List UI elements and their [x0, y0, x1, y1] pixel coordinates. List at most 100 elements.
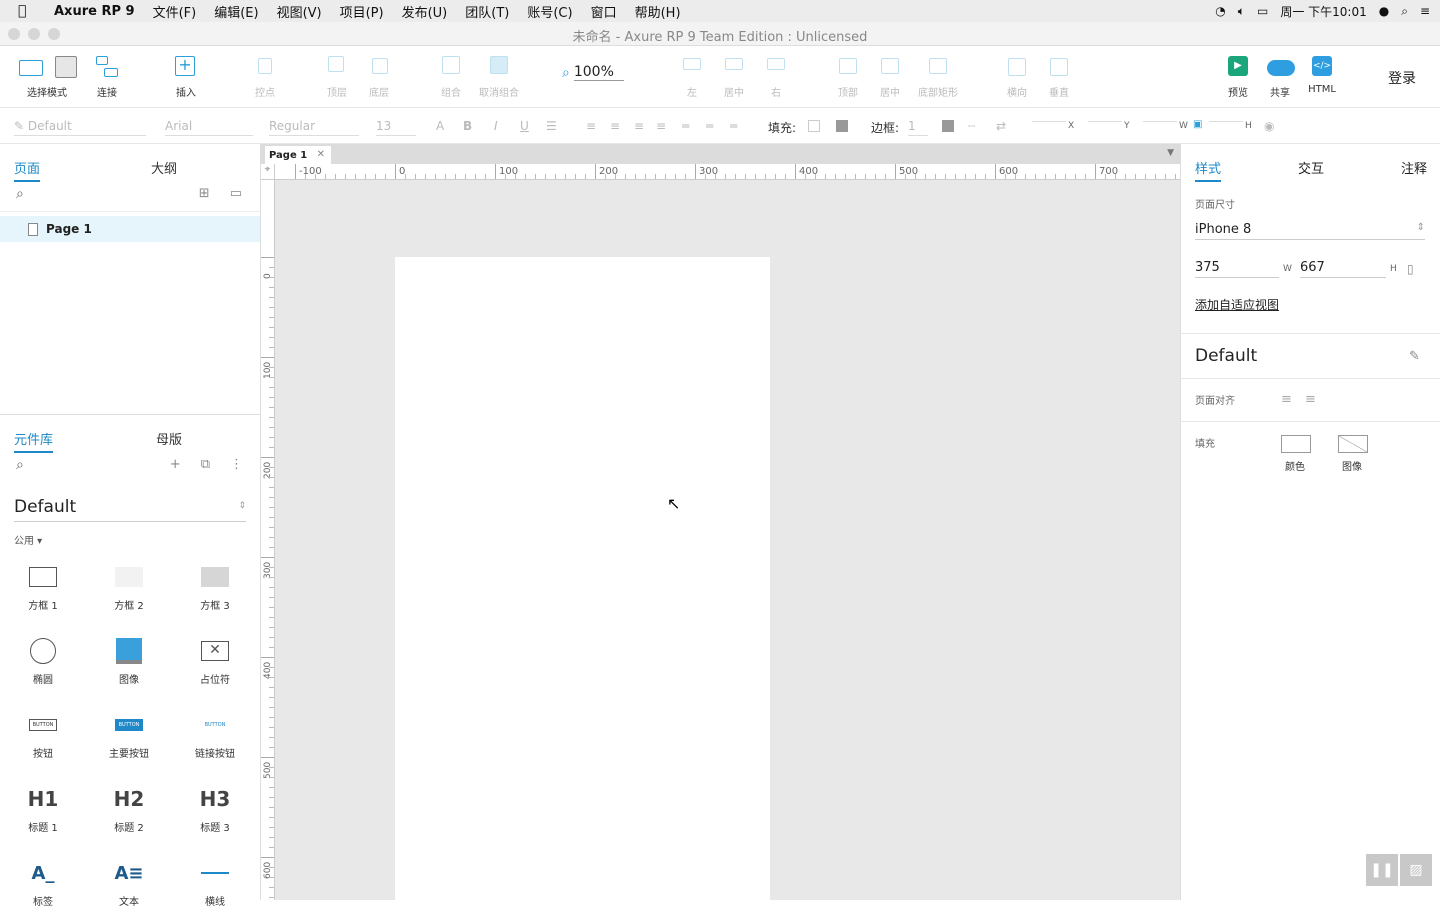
- menu-help[interactable]: 帮助(H): [635, 2, 681, 21]
- library-group[interactable]: 公用 ▾: [14, 532, 42, 547]
- tab-outline[interactable]: 大纲: [151, 158, 177, 177]
- battery-icon[interactable]: ▭: [1257, 4, 1268, 18]
- clock[interactable]: 周一 下午10:01: [1280, 3, 1366, 20]
- menu-file[interactable]: 文件(F): [153, 2, 197, 21]
- italic-icon[interactable]: I: [494, 119, 498, 133]
- border-color-swatch[interactable]: [942, 120, 954, 132]
- widget-box-1[interactable]: 方框 1: [0, 563, 86, 612]
- ruler-corner[interactable]: ⌖: [261, 164, 275, 180]
- widget-text[interactable]: A≡ 文本: [86, 859, 172, 908]
- valign-bottom-icon[interactable]: ═: [730, 119, 737, 133]
- widget-button[interactable]: BUTTON 按钮: [0, 711, 86, 760]
- h-input[interactable]: [1209, 119, 1243, 122]
- search-icon[interactable]: ⌕: [16, 457, 24, 473]
- add-adaptive-view-link[interactable]: 添加自适应视图: [1195, 296, 1279, 313]
- apple-icon[interactable]: : [18, 3, 38, 19]
- more-icon[interactable]: ⋮: [230, 457, 243, 472]
- ungroup-button[interactable]: 取消组合: [469, 56, 529, 99]
- menu-window[interactable]: 窗口: [591, 2, 617, 21]
- search-icon[interactable]: ⌕: [16, 186, 24, 202]
- widget-heading-2[interactable]: H2 标题 2: [86, 785, 172, 834]
- edit-style-icon[interactable]: ✎: [1409, 349, 1420, 364]
- font-color-icon[interactable]: A: [436, 119, 444, 133]
- style-select[interactable]: ✎ Default: [14, 119, 146, 136]
- valign-middle-icon[interactable]: ═: [706, 119, 713, 133]
- widget-box-2[interactable]: 方框 2: [86, 563, 172, 612]
- visibility-icon[interactable]: ◉: [1264, 119, 1274, 133]
- add-library-icon[interactable]: +: [170, 457, 181, 472]
- fill-image-swatch[interactable]: [836, 120, 848, 132]
- widget-primary-button[interactable]: BUTTON 主要按钮: [86, 711, 172, 760]
- widget-placeholder[interactable]: ✕ 占位符: [172, 637, 258, 686]
- align-bottom-button[interactable]: 底部矩形: [908, 56, 968, 99]
- select-mode-button[interactable]: 选择模式: [16, 56, 78, 99]
- copy-icon[interactable]: ⧉: [201, 457, 210, 472]
- tab-masters[interactable]: 母版: [156, 429, 182, 448]
- valign-top-icon[interactable]: ═: [682, 119, 689, 133]
- connect-button[interactable]: 连接: [77, 56, 137, 99]
- pause-icon[interactable]: ❚❚: [1366, 854, 1398, 886]
- insert-button[interactable]: + 插入: [156, 56, 216, 99]
- widget-image[interactable]: 图像: [86, 637, 172, 686]
- bold-icon[interactable]: B: [463, 119, 472, 133]
- widget-ellipse[interactable]: 椭圆: [0, 637, 86, 686]
- bullet-list-icon[interactable]: ☰: [546, 119, 557, 133]
- app-menu[interactable]: Axure RP 9: [54, 4, 135, 19]
- menu-edit[interactable]: 编辑(E): [214, 2, 258, 21]
- library-select[interactable]: Default ⇕: [14, 497, 246, 522]
- menu-publish[interactable]: 发布(U): [402, 2, 448, 21]
- align-left-page-icon[interactable]: ≡: [1281, 392, 1292, 407]
- orientation-icon[interactable]: ▯: [1407, 262, 1414, 276]
- tab-interactions[interactable]: 交互: [1298, 158, 1324, 177]
- image-icon[interactable]: ▨: [1400, 854, 1432, 886]
- list-icon[interactable]: ≡: [1420, 4, 1430, 18]
- align-center-page-icon[interactable]: ≡: [1305, 392, 1316, 407]
- menu-account[interactable]: 账号(C): [527, 2, 572, 21]
- chevron-down-icon[interactable]: ▼: [1167, 148, 1174, 158]
- weight-select[interactable]: Regular: [269, 119, 359, 136]
- fill-color-button[interactable]: [1281, 435, 1311, 453]
- align-text-center-icon[interactable]: ≡: [610, 119, 620, 133]
- volume-icon[interactable]: 🔈︎: [1238, 4, 1245, 19]
- y-input[interactable]: [1088, 119, 1122, 122]
- page-item[interactable]: Page 1: [0, 216, 260, 242]
- add-page-icon[interactable]: ⊞: [199, 186, 210, 201]
- menu-team[interactable]: 团队(T): [465, 2, 509, 21]
- font-select[interactable]: Arial: [165, 119, 253, 136]
- border-style-icon[interactable]: ┄: [968, 119, 975, 133]
- login-button[interactable]: 登录: [1388, 68, 1416, 88]
- lock-icon[interactable]: ▣: [1193, 119, 1202, 130]
- widget-link-button[interactable]: BUTTON 链接按钮: [172, 711, 258, 760]
- menu-project[interactable]: 项目(P): [340, 2, 384, 21]
- align-right-button[interactable]: 右: [746, 56, 806, 99]
- align-text-right-icon[interactable]: ≡: [634, 119, 644, 133]
- page-style-name[interactable]: Default: [1195, 346, 1257, 366]
- zoom-value[interactable]: 100%: [573, 64, 624, 81]
- widget-heading-3[interactable]: H3 标题 3: [172, 785, 258, 834]
- widget-box-3[interactable]: 方框 3: [172, 563, 258, 612]
- widget-heading-1[interactable]: H1 标题 1: [0, 785, 86, 834]
- device-select[interactable]: iPhone 8 ⇕: [1195, 222, 1425, 240]
- wifi-icon[interactable]: ◔: [1215, 4, 1225, 18]
- add-folder-icon[interactable]: ▭: [230, 186, 242, 201]
- arrow-style-icon[interactable]: ⇄: [996, 119, 1006, 133]
- w-input[interactable]: [1143, 119, 1177, 122]
- search-icon[interactable]: ⌕: [1401, 4, 1408, 19]
- align-text-left-icon[interactable]: ≡: [586, 119, 596, 133]
- x-input[interactable]: [1032, 119, 1066, 122]
- width-input[interactable]: 375: [1195, 260, 1279, 278]
- close-icon[interactable]: ✕: [317, 149, 325, 160]
- menu-view[interactable]: 视图(V): [277, 2, 322, 21]
- artboard[interactable]: [395, 257, 770, 900]
- underline-icon[interactable]: U: [520, 119, 529, 133]
- tab-style[interactable]: 样式: [1195, 158, 1222, 182]
- fill-image-button[interactable]: [1338, 435, 1368, 453]
- user-icon[interactable]: ●: [1379, 4, 1389, 18]
- page-tab[interactable]: Page 1 ✕: [265, 146, 331, 164]
- fill-color-swatch[interactable]: [808, 120, 820, 132]
- height-input[interactable]: 667: [1300, 260, 1386, 278]
- widget-line[interactable]: 横线: [172, 859, 258, 908]
- html-button[interactable]: </> HTML: [1292, 56, 1352, 95]
- tab-notes[interactable]: 注释: [1401, 158, 1427, 177]
- size-select[interactable]: 13: [376, 119, 416, 136]
